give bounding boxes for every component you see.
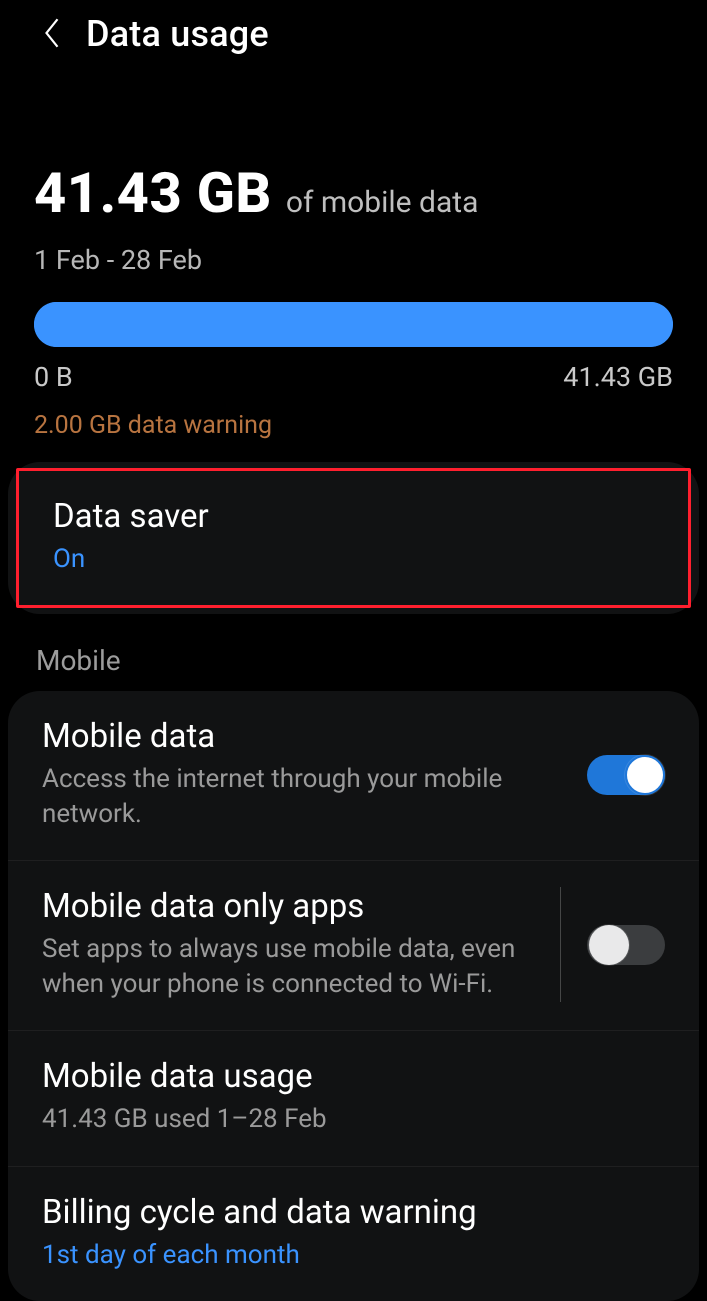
usage-summary: 41.43 GB of mobile data 1 Feb - 28 Feb: [0, 70, 707, 276]
mobile-data-item[interactable]: Mobile data Access the internet through …: [8, 691, 699, 860]
usage-of-label: of mobile data: [286, 185, 479, 220]
mobile-card: Mobile data Access the internet through …: [8, 691, 699, 1301]
billing-cycle-sub: 1st day of each month: [42, 1238, 665, 1273]
header: Data usage: [0, 0, 707, 70]
chevron-left-icon: [41, 15, 63, 54]
back-button[interactable]: [30, 12, 74, 56]
mobile-data-title: Mobile data: [42, 717, 569, 756]
mobile-section-label: Mobile: [0, 614, 707, 691]
mobile-data-sub: Access the internet through your mobile …: [42, 762, 569, 832]
usage-bar-min: 0 B: [34, 361, 73, 393]
billing-cycle-item[interactable]: Billing cycle and data warning 1st day o…: [8, 1166, 699, 1301]
usage-date-range: 1 Feb - 28 Feb: [34, 244, 673, 276]
mobile-data-usage-title: Mobile data usage: [42, 1057, 665, 1096]
separator: [560, 887, 561, 1002]
mobile-data-toggle[interactable]: [587, 755, 665, 795]
usage-bar-max: 41.43 GB: [563, 361, 673, 393]
mobile-data-only-apps-title: Mobile data only apps: [42, 887, 532, 926]
usage-bar-track: [34, 302, 673, 347]
usage-bar: 0 B 41.43 GB: [0, 276, 707, 393]
data-saver-card: Data saver On: [8, 462, 699, 614]
data-warning-text: 2.00 GB data warning: [0, 393, 707, 462]
data-saver-title: Data saver: [53, 497, 654, 536]
mobile-data-only-apps-item[interactable]: Mobile data only apps Set apps to always…: [8, 860, 699, 1030]
usage-bar-fill: [34, 302, 673, 347]
billing-cycle-title: Billing cycle and data warning: [42, 1193, 665, 1232]
mobile-data-usage-item[interactable]: Mobile data usage 41.43 GB used 1–28 Feb: [8, 1030, 699, 1165]
data-saver-status: On: [53, 542, 654, 577]
data-saver-item[interactable]: Data saver On: [16, 468, 691, 608]
usage-amount: 41.43 GB: [34, 160, 272, 226]
mobile-data-only-apps-sub: Set apps to always use mobile data, even…: [42, 932, 532, 1002]
mobile-data-usage-sub: 41.43 GB used 1–28 Feb: [42, 1102, 665, 1137]
page-title: Data usage: [86, 13, 269, 55]
mobile-data-only-apps-toggle[interactable]: [587, 925, 665, 965]
